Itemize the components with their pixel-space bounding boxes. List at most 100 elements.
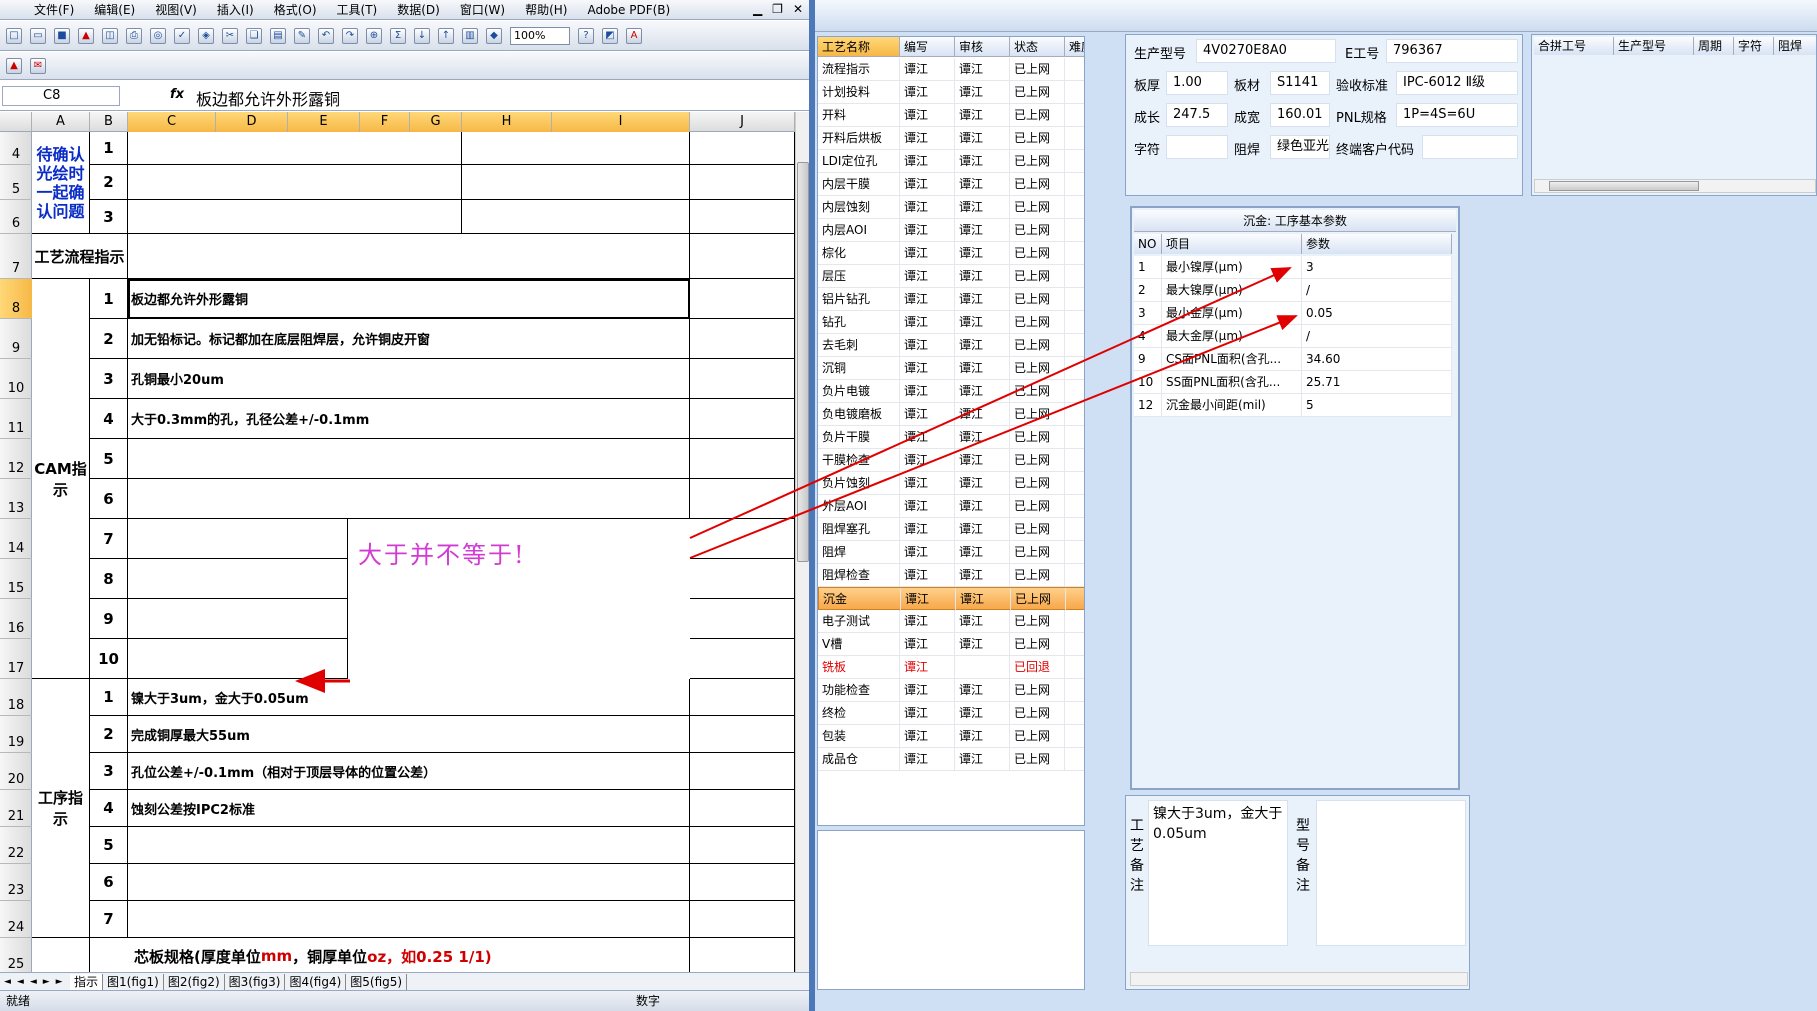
autosum-icon[interactable]: Σ: [390, 27, 406, 44]
confirm-item-cell[interactable]: [128, 165, 462, 200]
row-header[interactable]: 15: [0, 559, 32, 599]
param-row[interactable]: 3 最小金厚(μm) 0.05: [1134, 302, 1452, 325]
process-item-text[interactable]: 蚀刻公差按IPC2标准: [128, 790, 690, 827]
cell[interactable]: [690, 165, 795, 200]
process-row[interactable]: 钻孔 谭江 谭江 已上网: [818, 311, 1084, 334]
process-row[interactable]: 内层蚀刻 谭江 谭江 已上网: [818, 196, 1084, 219]
chart-wizard-icon[interactable]: ▥: [462, 27, 478, 44]
cam-item-text[interactable]: [128, 559, 348, 599]
cell[interactable]: [690, 827, 795, 864]
column-header[interactable]: G: [410, 112, 462, 132]
cell[interactable]: [690, 716, 795, 753]
row-header[interactable]: 12: [0, 439, 32, 479]
paste-icon[interactable]: ▤: [270, 27, 286, 44]
param-row[interactable]: 1 最小镍厚(μm) 3: [1134, 256, 1452, 279]
font-color-icon[interactable]: A: [626, 27, 642, 44]
process-row[interactable]: 开料 谭江 谭江 已上网: [818, 104, 1084, 127]
column-header[interactable]: B: [90, 112, 128, 132]
process-row[interactable]: 干膜检查 谭江 谭江 已上网: [818, 449, 1084, 472]
open-icon[interactable]: ▭: [30, 27, 46, 44]
cam-item-number[interactable]: 3: [90, 359, 128, 399]
merge-horizontal-scrollbar[interactable]: [1534, 179, 1816, 193]
process-item-number[interactable]: 5: [90, 827, 128, 864]
process-row[interactable]: 棕化 谭江 谭江 已上网: [818, 242, 1084, 265]
zoom-select[interactable]: 100%: [510, 26, 570, 45]
row-header[interactable]: 5: [0, 165, 32, 200]
menu-item-format[interactable]: 格式(O): [274, 1, 317, 18]
cam-item-text[interactable]: [128, 599, 348, 639]
process-item-text[interactable]: [128, 864, 690, 901]
cam-item-text[interactable]: [128, 479, 690, 519]
cell[interactable]: [690, 864, 795, 901]
process-row[interactable]: 层压 谭江 谭江 已上网: [818, 265, 1084, 288]
help-icon[interactable]: ?: [578, 27, 594, 44]
process-row[interactable]: 去毛刺 谭江 谭江 已上网: [818, 334, 1084, 357]
process-item-number[interactable]: 7: [90, 901, 128, 938]
process-item-text[interactable]: [128, 901, 690, 938]
process-row[interactable]: 包装 谭江 谭江 已上网: [818, 725, 1084, 748]
undo-icon[interactable]: ↶: [318, 27, 334, 44]
sheet-tab[interactable]: 图4(fig4): [285, 973, 347, 990]
cam-item-number[interactable]: 4: [90, 399, 128, 439]
process-header-author[interactable]: 编写: [900, 37, 955, 57]
menu-item-data[interactable]: 数据(D): [397, 1, 440, 18]
row-header[interactable]: 24: [0, 901, 32, 938]
params-header-no[interactable]: NO: [1134, 234, 1162, 254]
cell[interactable]: [690, 559, 795, 599]
menu-item-edit[interactable]: 编辑(E): [94, 1, 135, 18]
process-row[interactable]: 终检 谭江 谭江 已上网: [818, 702, 1084, 725]
confirm-item-cell[interactable]: [462, 200, 690, 234]
cell[interactable]: [690, 359, 795, 399]
process-row[interactable]: 负片电镀 谭江 谭江 已上网: [818, 380, 1084, 403]
row-header[interactable]: 22: [0, 827, 32, 864]
cam-item-text[interactable]: [128, 519, 348, 559]
row-header[interactable]: 7: [0, 234, 32, 279]
column-header[interactable]: J: [690, 112, 795, 132]
cam-item-text[interactable]: [128, 439, 690, 479]
cell[interactable]: [690, 132, 795, 165]
cell[interactable]: [690, 901, 795, 938]
sheet-tab[interactable]: 图1(fig1): [103, 973, 164, 990]
cell[interactable]: [690, 200, 795, 234]
row-header[interactable]: 16: [0, 599, 32, 639]
process-row[interactable]: 负片干膜 谭江 谭江 已上网: [818, 426, 1084, 449]
process-header-name[interactable]: 工艺名称: [818, 37, 900, 57]
cam-instructions-label[interactable]: CAM指示: [32, 279, 90, 679]
cam-item-text[interactable]: 板边都允许外形露铜: [128, 279, 690, 319]
process-row[interactable]: 电子测试 谭江 谭江 已上网: [818, 610, 1084, 633]
cam-item-text[interactable]: [128, 639, 348, 679]
process-row[interactable]: 负片蚀刻 谭江 谭江 已上网: [818, 472, 1084, 495]
sheet-tab[interactable]: 指示: [70, 973, 104, 990]
cam-item-number[interactable]: 1: [90, 279, 128, 319]
process-row[interactable]: 负电镀磨板 谭江 谭江 已上网: [818, 403, 1084, 426]
column-header[interactable]: D: [216, 112, 288, 132]
merge-header[interactable]: 字符: [1734, 37, 1774, 55]
process-row[interactable]: 阻焊检查 谭江 谭江 已上网: [818, 564, 1084, 587]
row-header[interactable]: 6: [0, 200, 32, 234]
merge-header[interactable]: 阻焊: [1774, 37, 1816, 55]
minimize-icon[interactable]: ▁: [753, 2, 762, 16]
process-item-text[interactable]: 孔位公差+/-0.1mm（相对于顶层导体的位置公差）: [128, 753, 690, 790]
permission-icon[interactable]: ◫: [102, 27, 118, 44]
process-item-text[interactable]: 完成铜厚最大55um: [128, 716, 690, 753]
cell[interactable]: [32, 938, 90, 972]
sheet-nav-arrows[interactable]: ◄◄◄►►: [0, 977, 70, 987]
cam-item-number[interactable]: 6: [90, 479, 128, 519]
convert-and-email-icon[interactable]: ✉: [30, 57, 46, 74]
formula-input[interactable]: 板边都允许外形露铜: [196, 86, 340, 110]
process-item-number[interactable]: 2: [90, 716, 128, 753]
cam-item-text[interactable]: 大于0.3mm的孔，孔径公差+/-0.1mm: [128, 399, 690, 439]
confirm-item-number[interactable]: 2: [90, 165, 128, 200]
research-icon[interactable]: ◈: [198, 27, 214, 44]
row-header[interactable]: 17: [0, 639, 32, 679]
menu-item-insert[interactable]: 插入(I): [217, 1, 254, 18]
menu-item-adobe-pdf[interactable]: Adobe PDF(B): [587, 3, 670, 17]
merge-header[interactable]: 生产型号: [1614, 37, 1694, 55]
process-header-reviewer[interactable]: 审核: [955, 37, 1010, 57]
column-header[interactable]: A: [32, 112, 90, 132]
process-flow-cell[interactable]: [128, 234, 690, 279]
sheet-tab[interactable]: 图2(fig2): [164, 973, 225, 990]
cell[interactable]: [690, 938, 795, 972]
cell[interactable]: [690, 679, 795, 716]
menu-item-file[interactable]: 文件(F): [34, 1, 74, 18]
